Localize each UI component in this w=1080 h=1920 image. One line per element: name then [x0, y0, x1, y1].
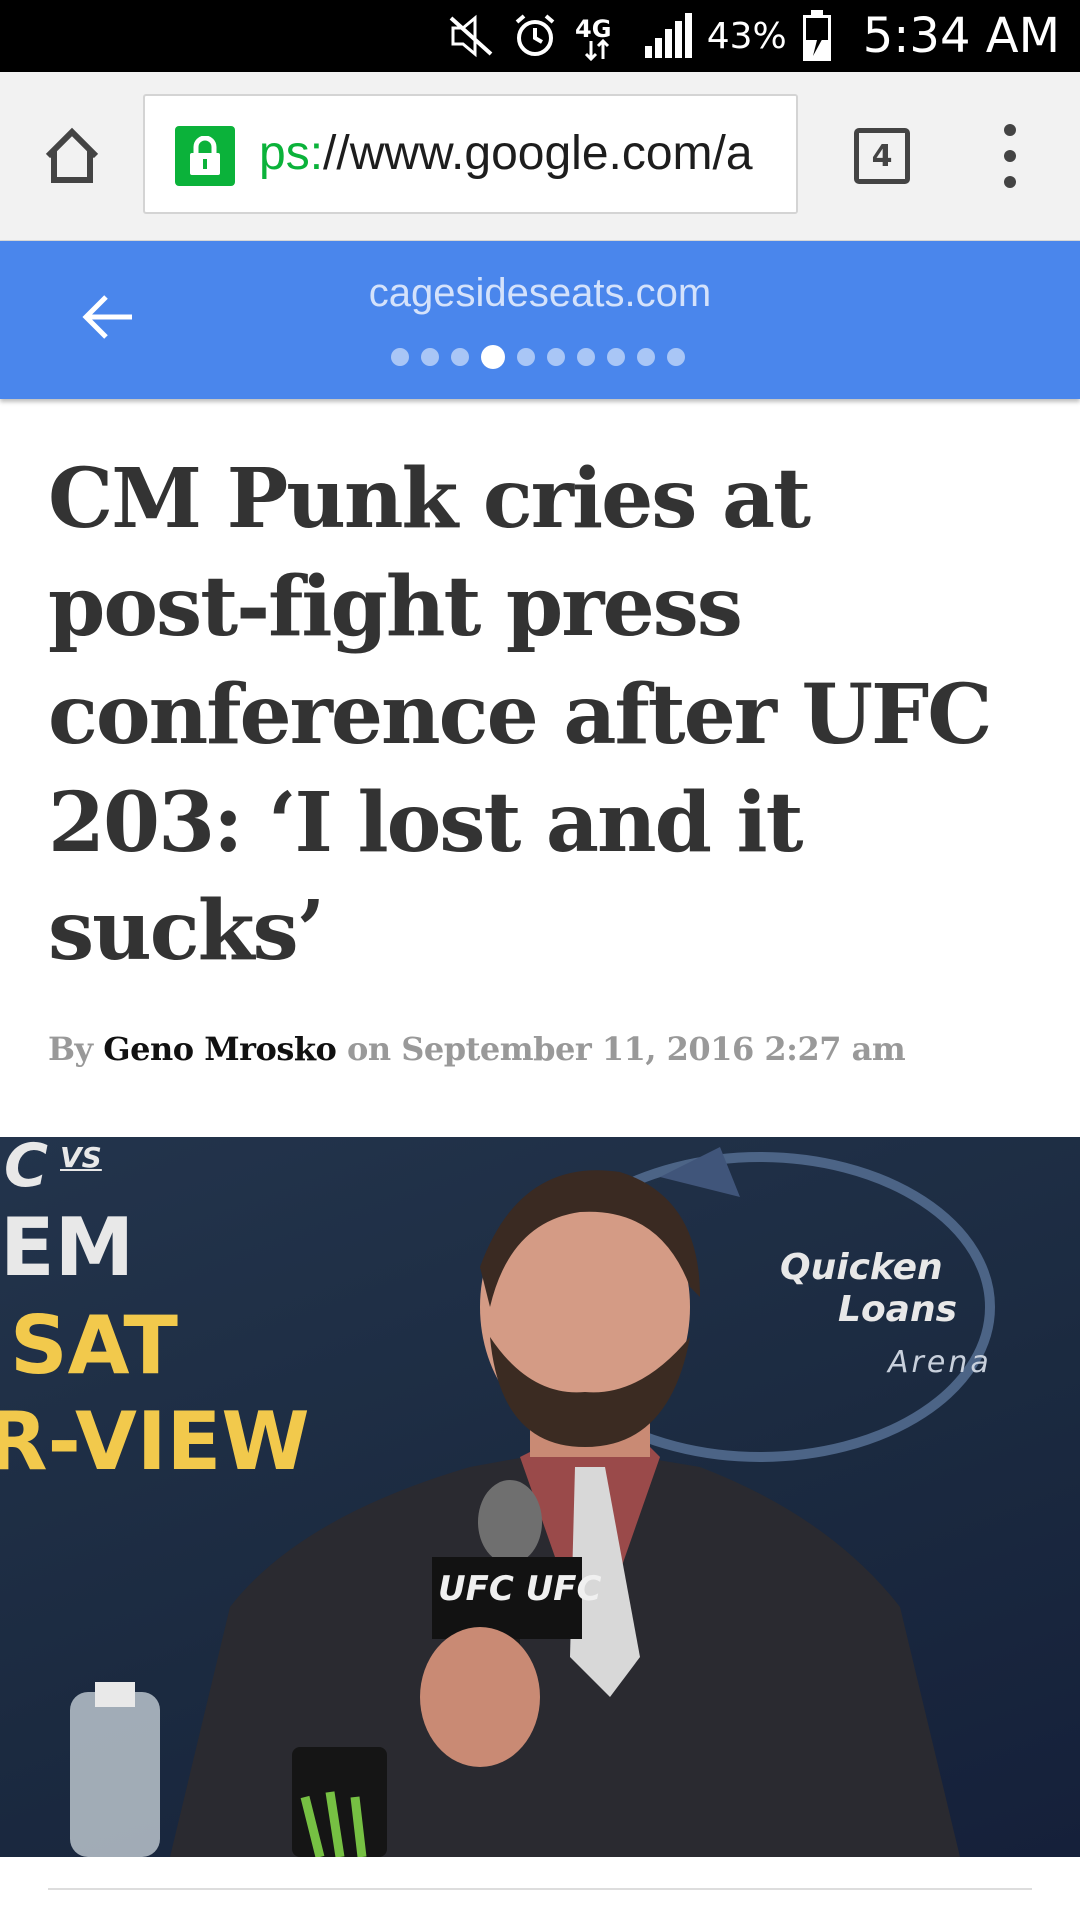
backdrop-text-c: C: [4, 1137, 49, 1201]
page-dot[interactable]: [667, 348, 685, 366]
sponsor-logo-quicken: Quicken: [780, 1247, 943, 1288]
lock-icon: [175, 126, 235, 186]
byline-prefix: By: [48, 1030, 104, 1068]
page-dot[interactable]: [391, 348, 409, 366]
url-fade: [756, 96, 796, 212]
author-link[interactable]: Geno Mrosko: [103, 1030, 337, 1068]
page-dot[interactable]: [547, 348, 565, 366]
page-dot[interactable]: [451, 348, 469, 366]
source-domain[interactable]: cagesideseats.com: [0, 271, 1080, 316]
backdrop-text-em: EM: [0, 1201, 135, 1294]
url-scheme: ps:: [259, 127, 324, 180]
page-dot[interactable]: [517, 348, 535, 366]
byline-date: on September 11, 2016 2:27 am: [336, 1030, 906, 1068]
divider: [48, 1888, 1032, 1890]
url-text[interactable]: ps://www.google.com/a: [259, 96, 753, 212]
amp-viewer-header: cagesideseats.com: [0, 241, 1080, 399]
network-label: 4G: [575, 15, 611, 43]
battery-percent: 43%: [706, 15, 787, 57]
menu-dot: [1004, 150, 1016, 162]
alarm-icon: [511, 12, 559, 60]
url-path: //www.google.com/a: [323, 127, 753, 180]
home-icon: [45, 127, 99, 183]
menu-dot: [1004, 176, 1016, 188]
backdrop-text-sat: SAT: [10, 1299, 178, 1392]
backdrop-text-view: R-VIEW: [0, 1395, 310, 1488]
article-hero-image[interactable]: C VS EM SAT R-VIEW Quicken Loans Arena U…: [0, 1137, 1080, 1857]
page-dot[interactable]: [421, 348, 439, 366]
page-dot[interactable]: [577, 348, 595, 366]
battery-charging-icon: [801, 10, 833, 62]
network-4g-lte-icon: 4G: [573, 11, 629, 61]
page-dot[interactable]: [637, 348, 655, 366]
tab-switcher-button[interactable]: 4: [854, 128, 910, 184]
url-bar[interactable]: ps://www.google.com/a: [143, 94, 798, 214]
signal-icon: [643, 12, 693, 60]
page-dot[interactable]: [607, 348, 625, 366]
mute-icon: [447, 14, 497, 58]
article-headline: CM Punk cries at post-fight press confer…: [48, 451, 993, 979]
article-byline: By Geno Mrosko on September 11, 2016 2:2…: [48, 1030, 906, 1068]
carousel-page-indicator[interactable]: [391, 345, 685, 369]
browser-toolbar: ps://www.google.com/a 4: [0, 72, 1080, 241]
status-icons: 4G 43% 5:34 AM: [447, 0, 1060, 72]
venue-arena-text: Arena: [888, 1345, 992, 1380]
home-button[interactable]: [36, 120, 108, 192]
press-conference-photo: [70, 1147, 995, 1857]
tab-count: 4: [871, 138, 893, 174]
clock: 5:34 AM: [862, 8, 1060, 64]
backdrop-text-vs: VS: [60, 1141, 102, 1174]
mic-flag-text: UFC UFC: [438, 1569, 602, 1609]
status-bar: 4G 43% 5:34 AM: [0, 0, 1080, 72]
page-dot-active[interactable]: [481, 345, 505, 369]
menu-dot: [1004, 124, 1016, 136]
sponsor-logo-loans: Loans: [838, 1289, 958, 1330]
overflow-menu-icon[interactable]: [985, 124, 1035, 188]
